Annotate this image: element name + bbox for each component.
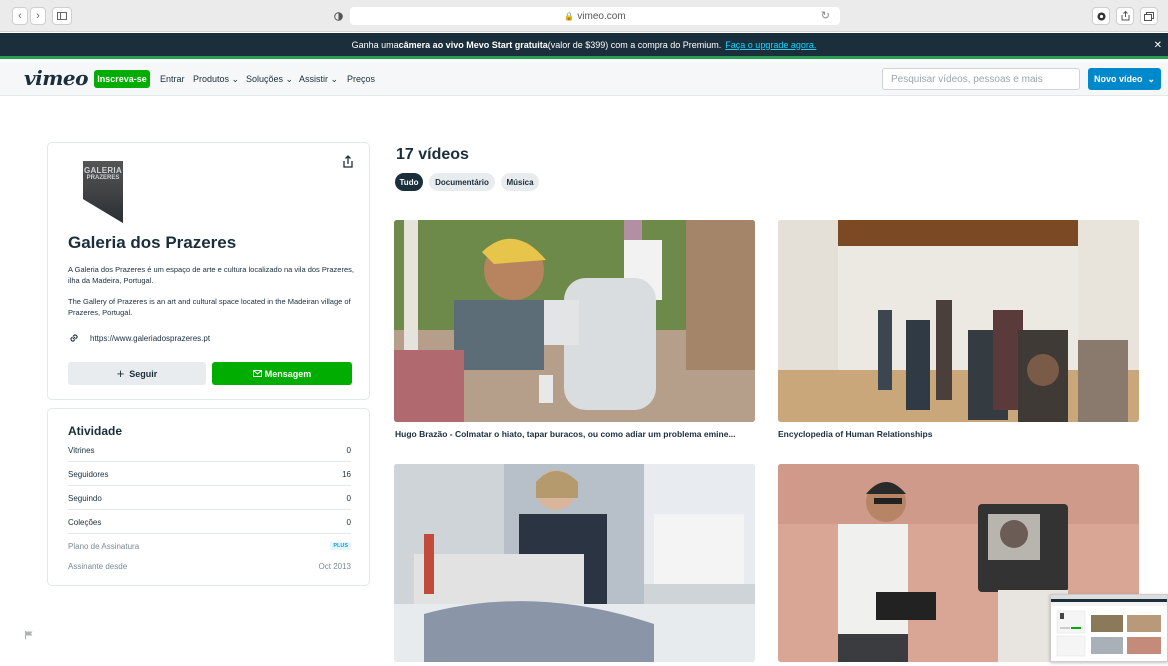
video-thumbnail[interactable] [394, 464, 755, 662]
browser-toolbar: ‹ › 🔒 vimeo.com ↻ [0, 0, 1168, 32]
promo-banner: Ganha uma câmera ao vivo Mevo Start grat… [0, 33, 1168, 59]
plan-badge: PLUS [330, 542, 351, 550]
banner-bold-text: câmera ao vivo Mevo Start gratuita [398, 39, 548, 50]
subscriber-since-row: Assinante desde Oct 2013 [68, 562, 351, 571]
banner-text-after: (valor de $399) com a compra do Premium. [547, 39, 722, 50]
video-count: 17 vídeos [396, 146, 469, 163]
activity-card: Atividade Vitrines 0 Seguidores 16 Segui… [47, 408, 370, 586]
nav-products[interactable]: Produtos ⌄ [193, 74, 239, 85]
tabs-overview-icon[interactable] [1140, 7, 1158, 25]
activity-label: Seguidores [68, 470, 109, 479]
join-button[interactable]: Inscreva-se [94, 70, 150, 88]
link-icon [70, 334, 78, 342]
activity-label: Vitrines [68, 446, 95, 455]
url-text: vimeo.com [577, 10, 626, 22]
nav-solutions-label: Soluções [246, 74, 284, 84]
website-url: https://www.galeriadosprazeres.pt [90, 333, 211, 343]
nav-solutions[interactable]: Soluções ⌄ [246, 74, 293, 85]
message-button[interactable]: Mensagem [212, 362, 352, 385]
activity-row-showcases[interactable]: Vitrines 0 [68, 438, 351, 462]
activity-title: Atividade [68, 424, 123, 438]
video-title[interactable]: Hugo Brazão - Colmatar o hiato, tapar bu… [395, 429, 736, 439]
back-button[interactable]: ‹ [12, 7, 28, 25]
activity-value: 0 [346, 494, 351, 503]
sidebar-toggle-icon[interactable] [52, 7, 72, 25]
profile-description-pt: A Galeria dos Prazeres é um espaço de ar… [68, 265, 354, 285]
extension-icon[interactable] [1092, 7, 1110, 25]
new-video-button[interactable]: Novo vídeo ⌄ [1088, 68, 1161, 90]
upgrade-link[interactable]: Faça o upgrade agora. [725, 40, 816, 50]
activity-label: Coleções [68, 518, 102, 527]
activity-label: Seguindo [68, 494, 102, 503]
mail-icon [252, 370, 262, 377]
video-thumbnail-image [394, 464, 755, 662]
nav-watch-label: Assistir [299, 74, 328, 84]
video-thumbnail[interactable] [394, 220, 755, 422]
forward-button[interactable]: › [30, 7, 46, 25]
logo-text-line2: PRAZERES [86, 175, 120, 181]
video-thumbnail-image [778, 220, 1139, 422]
website-link[interactable]: https://www.galeriadosprazeres.pt [68, 332, 210, 344]
share-browser-icon[interactable] [1116, 7, 1134, 25]
lock-icon: 🔒 [564, 11, 575, 21]
new-video-label: Novo vídeo [1093, 74, 1143, 84]
video-thumbnail-image [394, 220, 755, 422]
video-thumbnail[interactable] [778, 220, 1139, 422]
subscription-plan-row: Plano de Assinatura PLUS [68, 542, 351, 551]
banner-text: Ganha uma [351, 39, 399, 50]
report-flag-icon[interactable] [24, 630, 34, 640]
share-icon[interactable] [341, 155, 355, 169]
plus-icon: + [116, 366, 125, 381]
profile-logo: GALERIA PRAZERES [81, 159, 125, 223]
message-label: Mensagem [264, 368, 312, 379]
activity-value: 16 [342, 470, 351, 479]
profile-card: GALERIA PRAZERES Galeria dos Prazeres A … [47, 142, 370, 400]
filter-all[interactable]: Tudo [395, 173, 423, 191]
filter-documentary[interactable]: Documentário [429, 173, 495, 191]
nav-watch[interactable]: Assistir ⌄ [299, 74, 338, 85]
logo-text-line1: GALERIA [83, 166, 123, 175]
chevron-down-icon: ⌄ [283, 74, 294, 84]
vimeo-logo[interactable]: vimeo [24, 66, 88, 90]
site-nav: vimeo Inscreva-se Entrar Produtos ⌄ Solu… [0, 62, 1168, 96]
screenshot-preview-thumbnail[interactable] [1050, 594, 1168, 662]
since-value: Oct 2013 [318, 562, 351, 571]
chevron-down-icon: ⌄ [229, 74, 240, 84]
reload-icon[interactable]: ↻ [821, 9, 830, 22]
activity-row-following[interactable]: Seguindo 0 [68, 486, 351, 510]
address-bar[interactable]: 🔒 vimeo.com ↻ [350, 7, 840, 25]
privacy-shield-icon[interactable] [330, 7, 346, 25]
profile-description-en: The Gallery of Prazeres is an art and cu… [68, 297, 351, 317]
video-title[interactable]: Encyclopedia of Human Relationships [778, 429, 932, 439]
search-input[interactable]: Pesquisar vídeos, pessoas e mais [882, 68, 1080, 90]
activity-value: 0 [346, 446, 351, 455]
follow-label: Seguir [129, 368, 158, 379]
nav-pricing[interactable]: Preços [347, 74, 375, 84]
profile-name: Galeria dos Prazeres [68, 233, 237, 252]
activity-row-collections[interactable]: Coleções 0 [68, 510, 351, 534]
nav-products-label: Produtos [193, 74, 230, 84]
follow-button[interactable]: + Seguir [68, 362, 206, 385]
chevron-down-icon: ⌄ [328, 74, 339, 84]
preview-image [1051, 595, 1167, 661]
activity-value: 0 [346, 518, 351, 527]
close-icon[interactable]: ✕ [1154, 40, 1162, 51]
activity-row-followers[interactable]: Seguidores 16 [68, 462, 351, 486]
chevron-down-icon: ⌄ [1147, 73, 1156, 84]
since-label: Assinante desde [68, 562, 128, 571]
filter-music[interactable]: Música [501, 173, 539, 191]
plan-label: Plano de Assinatura [68, 542, 140, 551]
nav-login[interactable]: Entrar [160, 74, 185, 84]
